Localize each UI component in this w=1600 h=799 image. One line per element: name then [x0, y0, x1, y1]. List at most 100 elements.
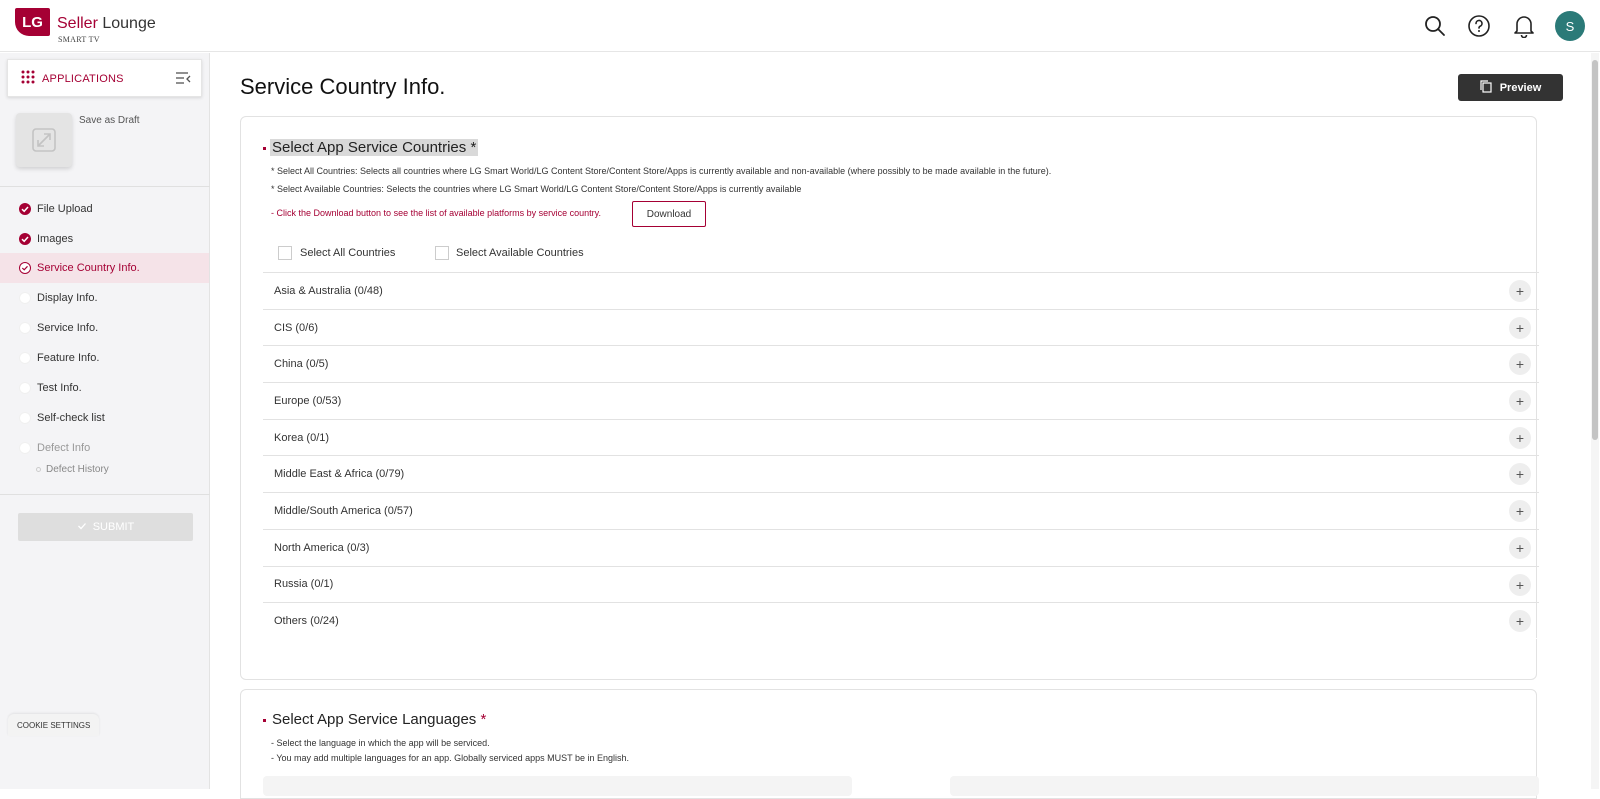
lg-logo[interactable]: LG: [15, 8, 50, 36]
select-all-countries-checkbox[interactable]: [278, 246, 292, 260]
sidebar-item-label: Self-check list: [37, 412, 105, 424]
brand-name: Seller Lounge: [57, 15, 156, 33]
expand-plus-icon[interactable]: +: [1509, 426, 1531, 449]
region-row-europe[interactable]: Europe (0/53) +: [263, 382, 1539, 419]
cookie-settings-button[interactable]: COOKIE SETTINGS: [8, 714, 100, 736]
preview-label: Preview: [1499, 81, 1542, 94]
sidebar-item-label: Service Country Info.: [37, 262, 140, 274]
countries-section-title: Select App Service Countries *: [270, 139, 479, 156]
help-icon[interactable]: [1465, 12, 1493, 40]
section-title-text: Select App Service Countries: [272, 139, 467, 156]
applications-label: APPLICATIONS: [42, 73, 124, 85]
sidebar: APPLICATIONS Save as Draft File Upload I…: [0, 53, 210, 789]
select-available-countries-checkbox[interactable]: [435, 246, 449, 260]
sidebar-item-label: Display Info.: [37, 292, 98, 304]
section-bullet: [263, 719, 266, 722]
sidebar-item-service-info[interactable]: Service Info.: [0, 313, 209, 343]
expand-plus-icon[interactable]: +: [1509, 353, 1531, 376]
sidebar-divider: [0, 494, 210, 495]
expand-plus-icon[interactable]: +: [1509, 500, 1531, 523]
expand-plus-icon[interactable]: +: [1509, 573, 1531, 596]
sidebar-subitem-defect-history: Defect History: [36, 464, 109, 475]
check-outline-icon: [19, 262, 31, 274]
region-label: Middle East & Africa (0/79): [274, 468, 405, 481]
user-avatar[interactable]: S: [1555, 11, 1585, 41]
region-label: China (0/5): [274, 358, 329, 371]
top-header: LG Seller Lounge SMART TV S: [0, 0, 1600, 52]
language-list-right[interactable]: [950, 776, 1539, 796]
download-button[interactable]: Download: [632, 201, 706, 227]
sidebar-item-defect-info: Defect Info: [0, 433, 209, 463]
brand-sub: SMART TV: [58, 35, 100, 44]
expand-plus-icon[interactable]: +: [1509, 463, 1531, 486]
sidebar-item-service-country-info[interactable]: Service Country Info.: [0, 253, 209, 283]
region-label: Europe (0/53): [274, 394, 342, 407]
expand-plus-icon[interactable]: +: [1509, 280, 1531, 302]
region-row-cis[interactable]: CIS (0/6) +: [263, 308, 1539, 346]
languages-section-title: Select App Service Languages *: [272, 711, 486, 728]
expand-plus-icon[interactable]: +: [1509, 316, 1531, 339]
region-row-korea[interactable]: Korea (0/1) +: [263, 418, 1539, 456]
select-available-countries-label: Select Available Countries: [456, 247, 584, 259]
expand-plus-icon[interactable]: +: [1509, 610, 1531, 633]
note-select-available: * Select Available Countries: Selects th…: [271, 184, 802, 194]
sidebar-item-label: Defect Info: [37, 442, 91, 454]
page-title: Service Country Info.: [240, 74, 446, 99]
app-thumbnail: [16, 113, 72, 167]
check-circle-icon: [19, 233, 31, 245]
region-row-middle-east-africa[interactable]: Middle East & Africa (0/79) +: [263, 455, 1539, 492]
brand-secondary: Lounge: [102, 15, 156, 32]
region-label: Middle/South America (0/57): [274, 504, 413, 517]
submit-label: SUBMIT: [92, 521, 135, 533]
apps-grid-icon: [21, 70, 35, 89]
region-row-russia[interactable]: Russia (0/1) +: [263, 565, 1539, 603]
region-label: Others (0/24): [274, 614, 339, 627]
languages-note-2: - You may add multiple languages for an …: [271, 753, 630, 763]
check-icon: [77, 521, 87, 534]
sidebar-item-test-info[interactable]: Test Info.: [0, 373, 209, 403]
region-row-china[interactable]: China (0/5) +: [263, 345, 1539, 382]
search-icon[interactable]: [1421, 12, 1449, 40]
empty-circle-icon: [19, 412, 31, 424]
bell-icon[interactable]: [1510, 12, 1538, 40]
sidebar-item-label: Service Info.: [37, 322, 99, 334]
region-row-middle-south-america[interactable]: Middle/South America (0/57) +: [263, 492, 1539, 529]
language-list-left[interactable]: [263, 776, 852, 796]
collapse-menu-icon[interactable]: [175, 70, 191, 91]
empty-circle-icon: [19, 322, 31, 334]
expand-plus-icon[interactable]: +: [1509, 390, 1531, 413]
region-list: Asia & Australia (0/48) + CIS (0/6) + Ch…: [263, 272, 1539, 639]
region-row-asia-australia[interactable]: Asia & Australia (0/48) +: [263, 272, 1539, 309]
region-label: North America (0/3): [274, 541, 370, 554]
brand-primary: Seller: [57, 15, 98, 32]
region-label: Russia (0/1): [274, 578, 334, 591]
empty-circle-icon: [19, 292, 31, 304]
empty-circle-icon: [19, 442, 31, 454]
small-circle-icon: [36, 466, 41, 472]
sidebar-item-label: Test Info.: [37, 382, 82, 394]
applications-menu[interactable]: APPLICATIONS: [7, 59, 202, 97]
page-scrollbar-thumb[interactable]: [1592, 60, 1598, 440]
sidebar-divider: [0, 186, 210, 187]
sidebar-item-file-upload[interactable]: File Upload: [0, 194, 209, 224]
region-label: Asia & Australia (0/48): [274, 284, 383, 297]
sidebar-item-images[interactable]: Images: [0, 224, 209, 254]
download-note: - Click the Download button to see the l…: [271, 208, 601, 218]
sidebar-item-label: File Upload: [37, 203, 93, 215]
sidebar-item-feature-info[interactable]: Feature Info.: [0, 343, 209, 373]
sidebar-item-self-check-list[interactable]: Self-check list: [0, 403, 209, 433]
region-row-others[interactable]: Others (0/24) +: [263, 602, 1539, 639]
region-label: CIS (0/6): [274, 321, 319, 334]
sidebar-subitem-label: Defect History: [46, 464, 109, 475]
region-row-north-america[interactable]: North America (0/3) +: [263, 528, 1539, 566]
preview-button[interactable]: Preview: [1458, 74, 1563, 101]
sidebar-item-display-info[interactable]: Display Info.: [0, 283, 209, 313]
sidebar-item-label: Images: [37, 233, 74, 245]
save-as-draft-link[interactable]: Save as Draft: [79, 115, 140, 126]
expand-plus-icon[interactable]: +: [1509, 536, 1531, 559]
required-mark: *: [470, 139, 477, 156]
submit-button[interactable]: SUBMIT: [18, 513, 193, 541]
languages-note-1: - Select the language in which the app w…: [271, 738, 490, 748]
sidebar-item-label: Feature Info.: [37, 352, 100, 364]
section-title-text: Select App Service Languages: [272, 711, 477, 728]
